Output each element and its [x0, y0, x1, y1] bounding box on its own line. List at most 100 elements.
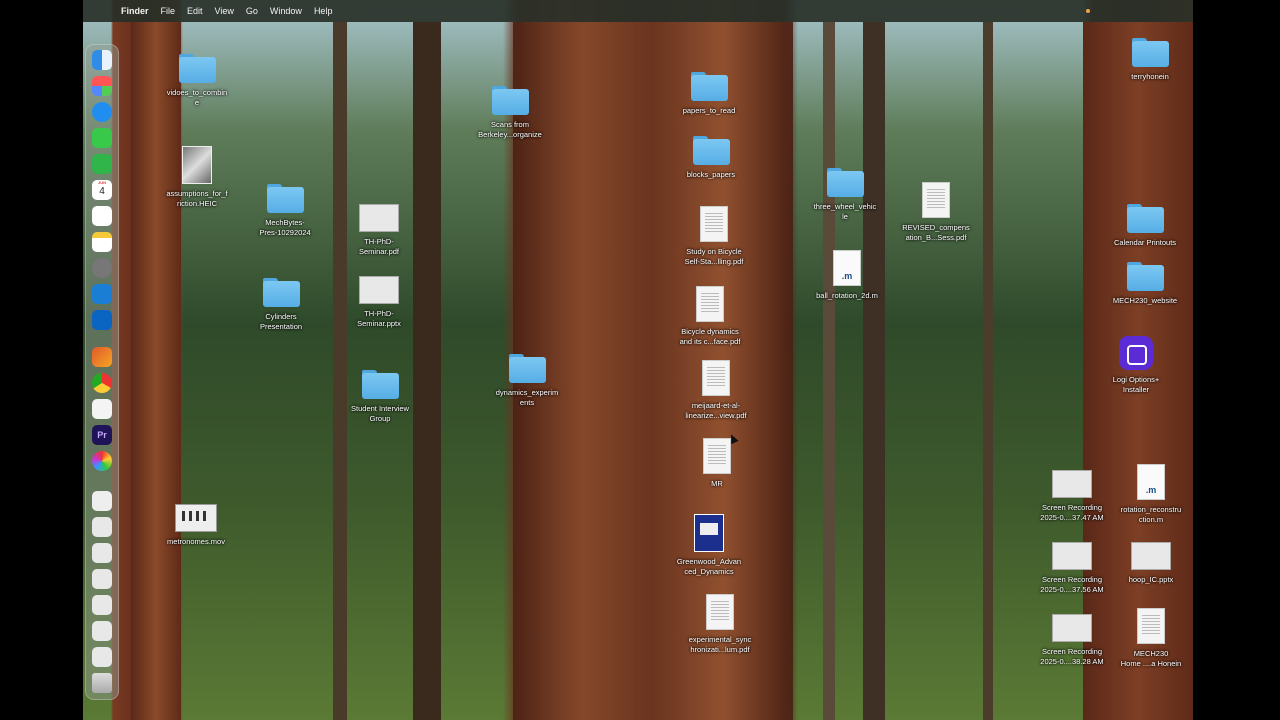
- desktop-folder[interactable]: Scans from Berkeley...organize: [465, 84, 555, 140]
- image-file-icon: [182, 146, 212, 184]
- finder-icon[interactable]: [92, 50, 112, 70]
- desktop-folder[interactable]: Student Interview Group: [338, 368, 422, 424]
- item-label: Screen Recording 2025-0....37.47 AM: [1040, 503, 1104, 522]
- pdf-file-icon: [1137, 608, 1165, 644]
- desktop-file[interactable]: .m rotation_reconstru ction.m: [1109, 464, 1193, 525]
- messages-icon[interactable]: [92, 128, 112, 148]
- item-label: terryhonein: [1131, 72, 1169, 81]
- facetime-icon[interactable]: [92, 154, 112, 174]
- pinwheel-icon[interactable]: [92, 451, 112, 471]
- desktop-file[interactable]: assumptions_for_f riction.HEIC: [155, 146, 239, 209]
- premiere-icon[interactable]: Pr: [92, 425, 112, 445]
- item-label: Bicycle dynamics and its c...face.pdf: [679, 327, 741, 346]
- screenshot-icon[interactable]: [92, 517, 112, 537]
- vscode-icon[interactable]: [92, 284, 112, 304]
- desktop-file[interactable]: metronomes.mov: [154, 504, 238, 547]
- screenshot-icon[interactable]: [92, 543, 112, 563]
- logi-app-icon: [1119, 336, 1153, 370]
- desktop-file[interactable]: TH-PhD- Seminar.pdf: [337, 204, 421, 257]
- system-settings-icon[interactable]: [92, 258, 112, 278]
- desktop-file[interactable]: Bicycle dynamics and its c...face.pdf: [665, 286, 755, 347]
- desktop-file[interactable]: hoop_IC.pptx: [1109, 542, 1193, 585]
- chrome-icon[interactable]: [92, 373, 112, 393]
- safari-icon[interactable]: [92, 102, 112, 122]
- wallpaper-tree: [131, 22, 181, 720]
- matlab-icon[interactable]: [92, 347, 112, 367]
- desktop-folder[interactable]: MechBytes- Pres-10292024: [243, 182, 327, 238]
- item-label: ball_rotation_2d.m: [816, 291, 878, 300]
- calendar-icon[interactable]: JUN 4: [92, 180, 112, 200]
- menu-finder[interactable]: Finder: [121, 6, 149, 16]
- desktop-folder[interactable]: Calendar Printouts: [1103, 202, 1187, 248]
- desktop-file[interactable]: .m ball_rotation_2d.m: [799, 250, 895, 301]
- menu-edit[interactable]: Edit: [187, 6, 203, 16]
- desktop-file[interactable]: MECH230 Home ....a Honein: [1109, 608, 1193, 669]
- desktop-folder[interactable]: Cylinders Presentation: [239, 276, 323, 332]
- pdf-file-icon: [706, 594, 734, 630]
- menu-view[interactable]: View: [215, 6, 234, 16]
- document-icon[interactable]: [92, 491, 112, 511]
- desktop-file[interactable]: REVISED_compens ation_B...Sess.pdf: [893, 182, 979, 243]
- item-label: TH-PhD- Seminar.pdf: [358, 237, 400, 256]
- item-label: vidoes_to_combin e: [166, 88, 228, 107]
- desktop-folder[interactable]: vidoes_to_combin e: [155, 52, 239, 108]
- folder-icon: [1131, 36, 1169, 67]
- screenshot-icon[interactable]: [92, 595, 112, 615]
- item-label: papers_to_read: [682, 106, 736, 115]
- textedit-icon[interactable]: [92, 399, 112, 419]
- folder-icon: [508, 352, 546, 383]
- item-label: meijaard-et-al- linearize...view.pdf: [685, 401, 747, 420]
- item-label: Scans from Berkeley...organize: [478, 120, 542, 139]
- folder-icon: [262, 276, 300, 307]
- screenshot-icon[interactable]: [92, 647, 112, 667]
- pptx-thumbnail-icon: [1131, 542, 1171, 570]
- desktop-folder[interactable]: papers_to_read: [667, 70, 751, 116]
- folder-icon: [266, 182, 304, 213]
- book-file-icon: [694, 514, 724, 552]
- video-thumbnail-icon: [1052, 470, 1092, 498]
- desktop-file[interactable]: TH-PhD- Seminar.pptx: [337, 276, 421, 329]
- desktop-file[interactable]: Logi Options+ Installer: [1094, 336, 1178, 395]
- desktop-folder[interactable]: dynamics_experim ents: [485, 352, 569, 408]
- desktop-file[interactable]: MR: [675, 438, 759, 489]
- desktop-file[interactable]: Greenwood_Advan ced_Dynamics: [663, 514, 755, 577]
- movie-file-icon: [175, 504, 217, 532]
- desktop-file[interactable]: Study on Bicycle Self-Sta...lling.pdf: [669, 206, 759, 267]
- desktop-folder[interactable]: three_wheel_vehic le: [801, 166, 889, 222]
- trash-icon[interactable]: [92, 673, 112, 693]
- desktop-file[interactable]: Screen Recording 2025-0....37.47 AM: [1029, 470, 1115, 523]
- notes-icon[interactable]: [92, 232, 112, 252]
- reminders-icon[interactable]: [92, 206, 112, 226]
- desktop-folder[interactable]: terryhonein: [1108, 36, 1192, 82]
- item-label: TH-PhD- Seminar.pptx: [357, 309, 401, 328]
- folder-icon: [1126, 202, 1164, 233]
- item-label: Calendar Printouts: [1113, 238, 1177, 247]
- pdf-file-icon: [700, 206, 728, 242]
- item-label: blocks_papers: [686, 170, 736, 179]
- item-label: Study on Bicycle Self-Sta...lling.pdf: [684, 247, 744, 266]
- menu-bar: Finder File Edit View Go Window Help: [83, 0, 1193, 22]
- desktop-file[interactable]: meijaard-et-al- linearize...view.pdf: [671, 360, 761, 421]
- outlook-icon[interactable]: [92, 310, 112, 330]
- pdf-file-icon: [696, 286, 724, 322]
- menu-file[interactable]: File: [161, 6, 176, 16]
- pptx-thumbnail-icon: [359, 276, 399, 304]
- matlab-file-icon: .m: [1137, 464, 1165, 500]
- menu-help[interactable]: Help: [314, 6, 333, 16]
- launchpad-icon[interactable]: [92, 76, 112, 96]
- item-label: Logi Options+ Installer: [1112, 375, 1160, 394]
- desktop-folder[interactable]: blocks_papers: [669, 134, 753, 180]
- screenshot-icon[interactable]: [92, 621, 112, 641]
- screenshot-icon[interactable]: [92, 569, 112, 589]
- wallpaper-tree: [863, 22, 885, 720]
- menu-window[interactable]: Window: [270, 6, 302, 16]
- item-label: Cylinders Presentation: [259, 312, 303, 331]
- desktop-file[interactable]: experimental_sync hronizati...lum.pdf: [673, 594, 767, 655]
- desktop-file[interactable]: Screen Recording 2025-0....37.56 AM: [1029, 542, 1115, 595]
- item-label: MechBytes- Pres-10292024: [259, 218, 311, 237]
- video-thumbnail-icon: [1052, 614, 1092, 642]
- menu-go[interactable]: Go: [246, 6, 258, 16]
- desktop-folder[interactable]: MECH230_website: [1103, 260, 1187, 306]
- folder-icon: [826, 166, 864, 197]
- desktop-file[interactable]: Screen Recording 2025-0....38.28 AM: [1029, 614, 1115, 667]
